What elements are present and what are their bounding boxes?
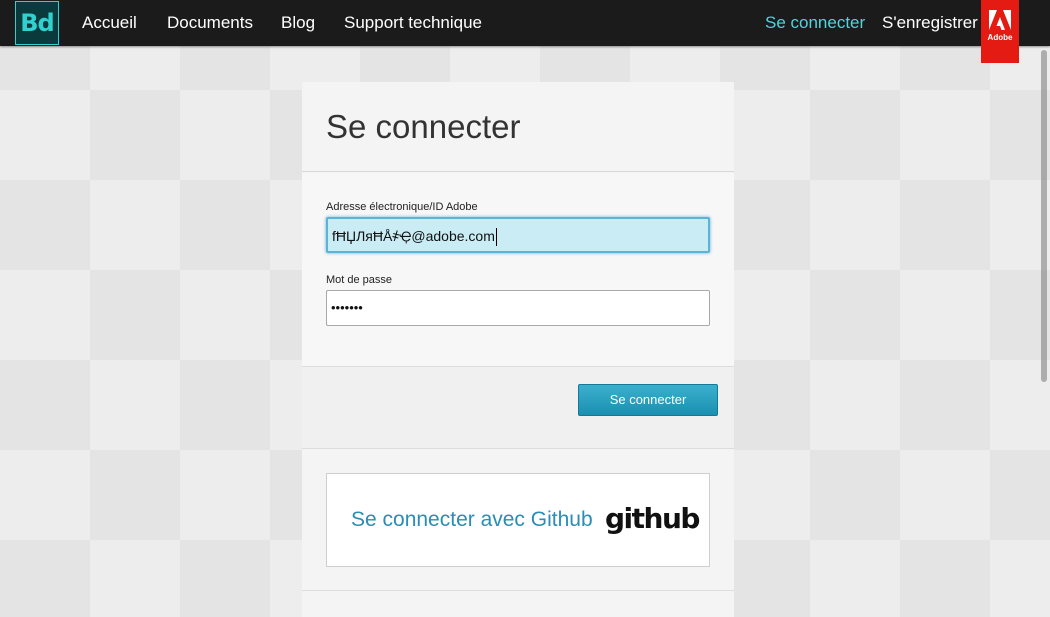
email-value: fĦЏЛяĦÅ҂Ҿ@adobe.com [332, 228, 495, 244]
nav-link-documents[interactable]: Documents [167, 0, 253, 46]
email-label: Adresse électronique/ID Adobe [326, 201, 478, 213]
github-signin-label: Se connecter avec Github [351, 508, 593, 531]
signin-button[interactable]: Se connecter [578, 384, 718, 416]
nav-link-register[interactable]: S'enregistrer [882, 0, 978, 46]
password-field[interactable]: ••••••• [326, 290, 710, 326]
login-panel: Se connecter Adresse électronique/ID Ado… [302, 82, 734, 617]
top-navigation-bar: Bd Accueil Documents Blog Support techni… [0, 0, 1050, 63]
github-signin-button[interactable]: Se connecter avec Github github [326, 473, 710, 567]
brackets-logo[interactable]: Bd [15, 1, 59, 45]
login-actions: Se connecter [302, 367, 734, 449]
password-value: ••••••• [331, 300, 363, 315]
page-title: Se connecter [326, 108, 521, 145]
text-caret [495, 228, 497, 247]
social-login-section: Se connecter avec Github github [302, 449, 734, 591]
adobe-logo-icon [989, 10, 1011, 30]
page-scrollbar[interactable] [1038, 46, 1050, 617]
adobe-label: Adobe [987, 33, 1013, 42]
login-form: Adresse électronique/ID Adobe fĦЏЛяĦÅ҂Ҿ@… [302, 173, 734, 367]
nav-link-signin[interactable]: Se connecter [765, 0, 865, 46]
nav-link-home[interactable]: Accueil [82, 0, 137, 46]
nav-link-support[interactable]: Support technique [344, 0, 482, 46]
nav-link-blog[interactable]: Blog [281, 0, 315, 46]
adobe-badge[interactable]: Adobe [981, 0, 1019, 63]
github-logo-icon: github [605, 502, 700, 535]
scrollbar-thumb[interactable] [1041, 50, 1047, 382]
login-header: Se connecter [302, 82, 734, 172]
email-field[interactable]: fĦЏЛяĦÅ҂Ҿ@adobe.com [326, 217, 710, 253]
password-label: Mot de passe [326, 274, 393, 286]
